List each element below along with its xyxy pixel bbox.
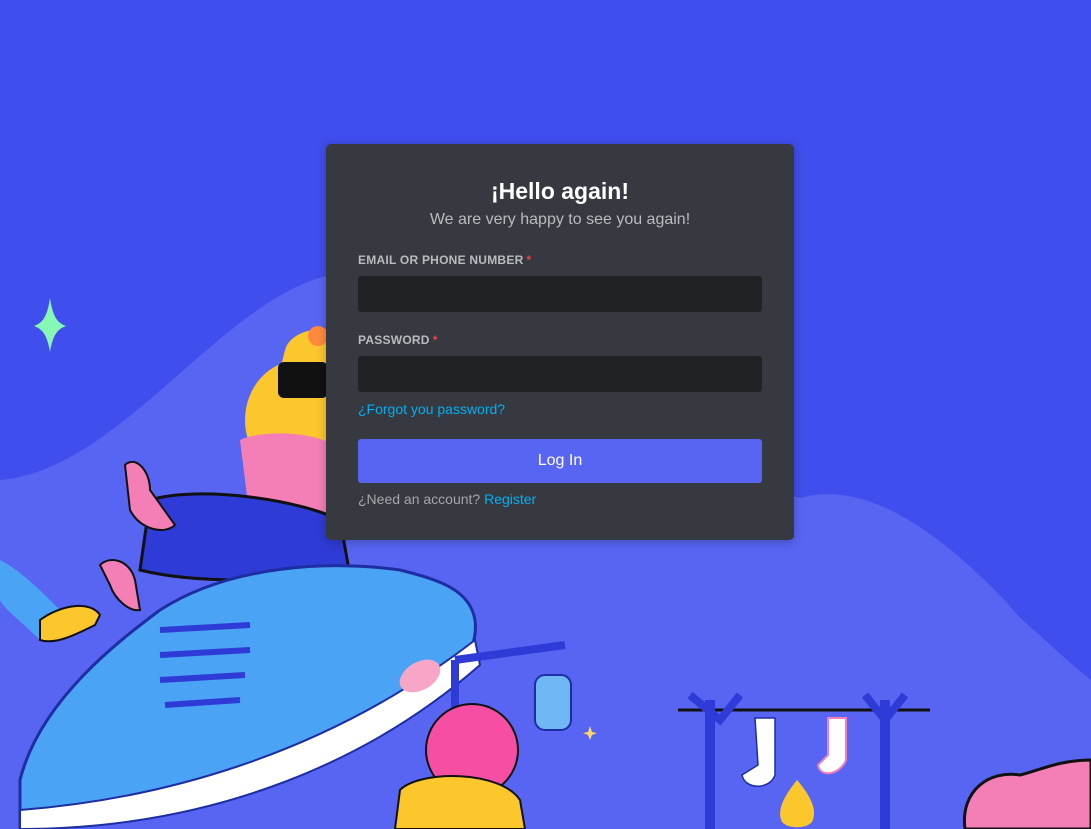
register-row: ¿Need an account? Register [358, 491, 762, 507]
password-label-text: PASSWORD [358, 333, 430, 347]
register-link[interactable]: Register [484, 491, 536, 507]
sunglasses [278, 362, 328, 398]
sparkle-icon [34, 298, 66, 352]
login-subtitle: We are very happy to see you again! [429, 211, 691, 228]
email-label-text: EMAIL OR PHONE NUMBER [358, 253, 524, 267]
hat-pompom [308, 326, 328, 346]
login-button[interactable]: Log In [358, 439, 762, 483]
login-title: ¡Hello again! [490, 178, 629, 204]
need-account-text: ¿Need an account? [358, 491, 481, 507]
required-marker: * [432, 333, 438, 347]
firefly-jar [534, 674, 572, 731]
password-field[interactable] [358, 356, 762, 392]
required-marker: * [526, 253, 532, 267]
password-label: PASSWORD * [358, 332, 762, 348]
forgot-password-link[interactable]: ¿Forgot you password? [358, 400, 505, 418]
email-field[interactable] [358, 276, 762, 312]
login-card: ¡Hello again! We are very happy to see y… [326, 144, 794, 540]
email-label: EMAIL OR PHONE NUMBER * [358, 252, 762, 268]
